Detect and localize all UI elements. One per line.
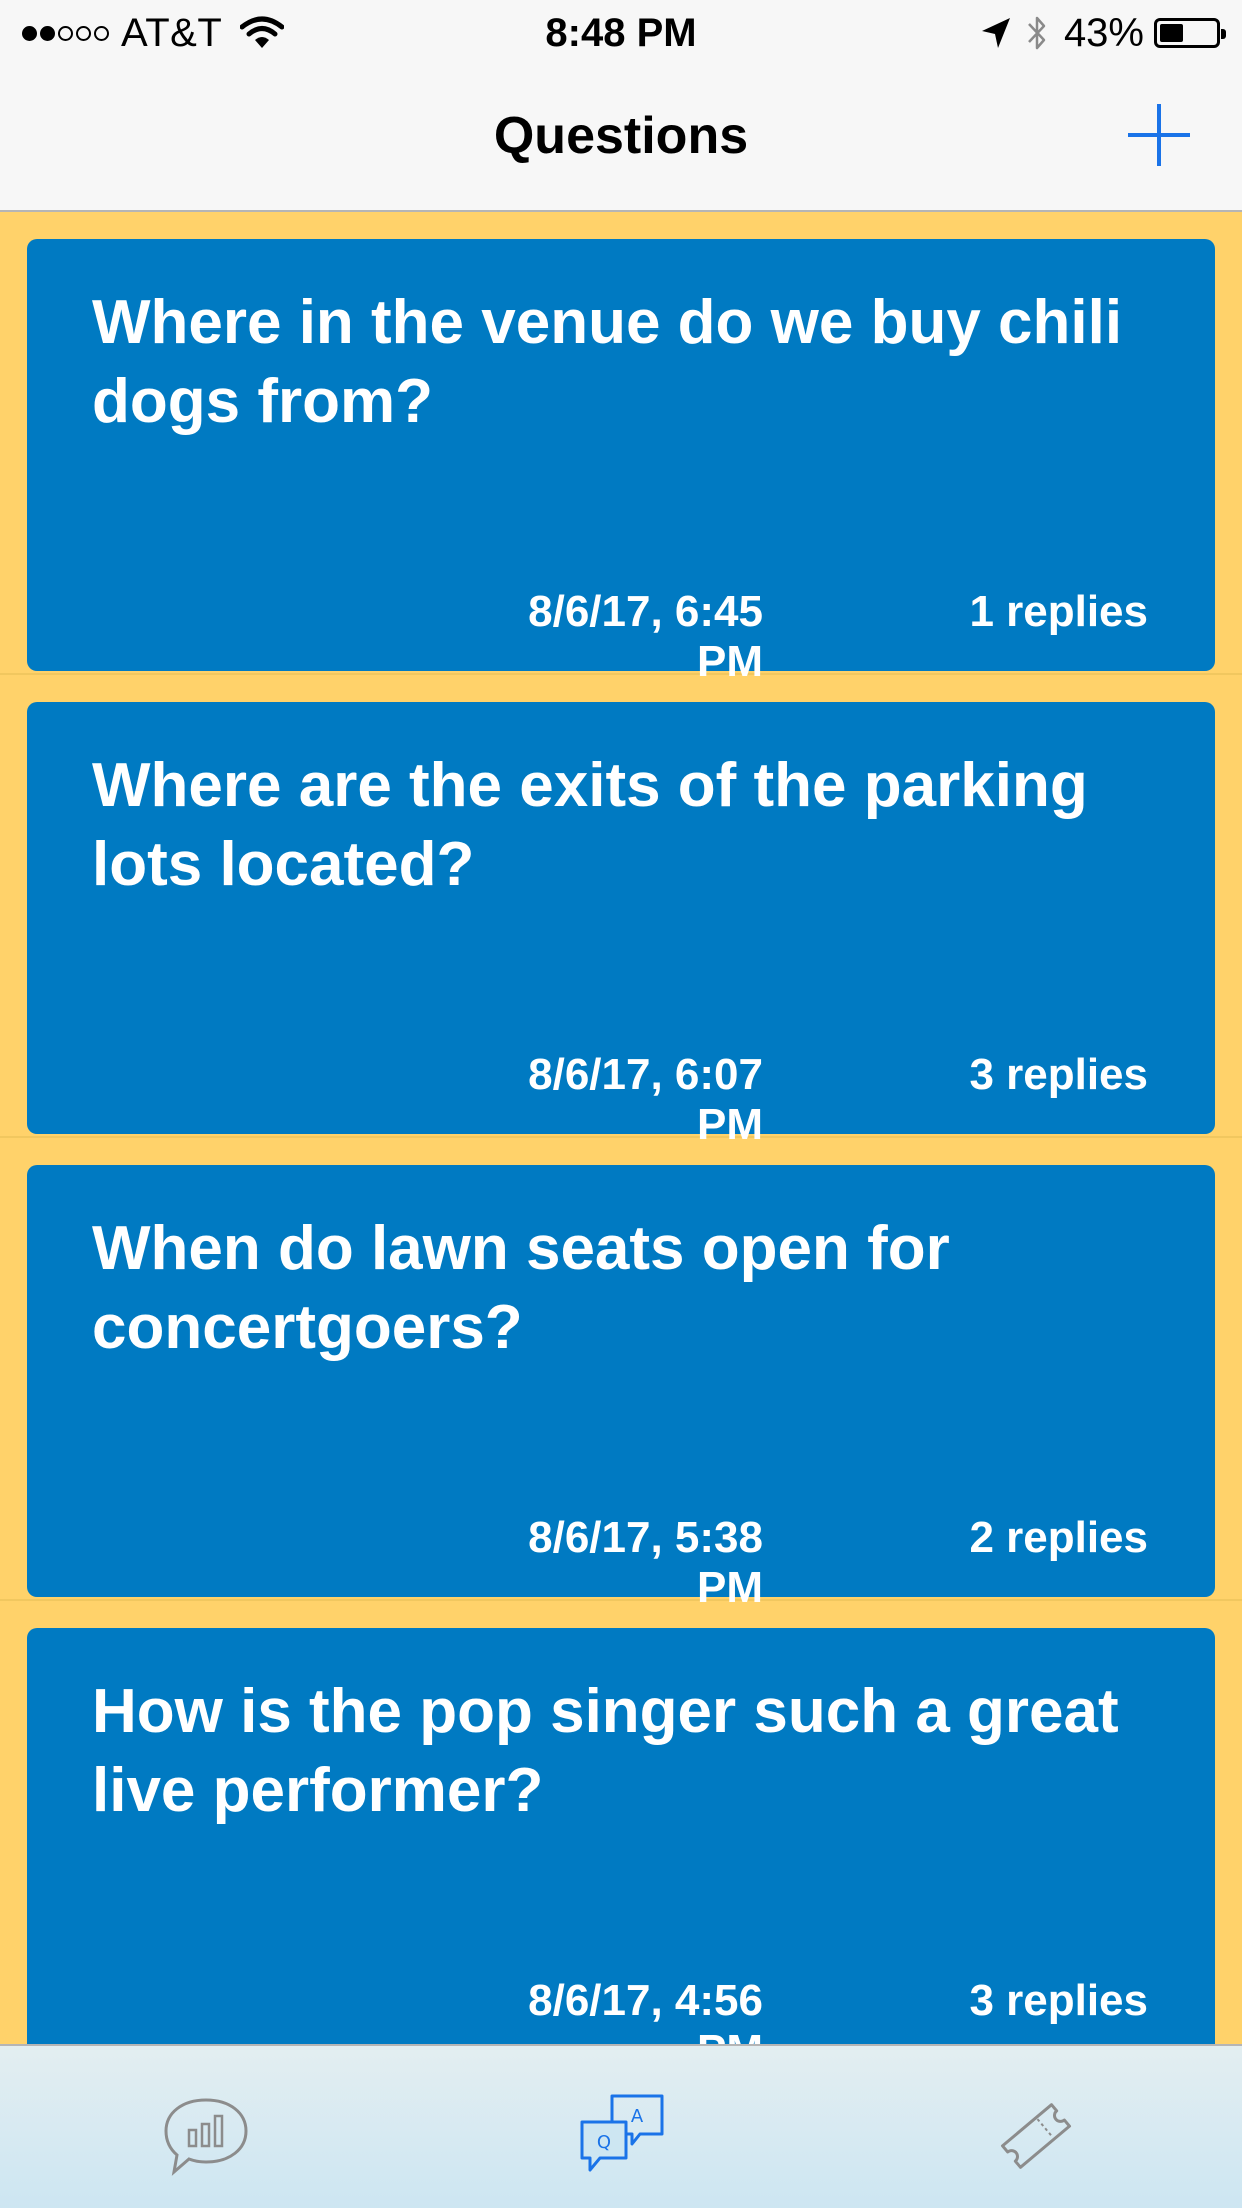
status-bar: AT&T 8:48 PM 43% (0, 0, 1242, 66)
battery-percentage: 43% (1063, 10, 1144, 55)
battery-icon (1154, 18, 1226, 48)
question-list[interactable]: Where in the venue do we buy chili dogs … (0, 212, 1242, 2044)
question-row[interactable]: Where in the venue do we buy chili dogs … (0, 212, 1242, 686)
question-row[interactable]: Where are the exits of the parking lots … (0, 675, 1242, 1149)
svg-text:A: A (631, 2106, 644, 2127)
navigation-bar: Questions (0, 66, 1242, 212)
page-title: Questions (493, 107, 749, 165)
reply-count: 2 replies (969, 1513, 1148, 1562)
question-date: 8/6/17, 6:07 PM (528, 1050, 763, 1149)
question-text: When do lawn seats open for concertgoers… (92, 1214, 950, 1362)
add-question-button[interactable] (1128, 104, 1190, 166)
tab-tickets[interactable] (986, 2086, 1086, 2186)
question-card[interactable]: When do lawn seats open for concertgoers… (27, 1165, 1215, 1612)
question-text: Where are the exits of the parking lots … (92, 751, 1088, 899)
battery-fill (1160, 24, 1183, 42)
bluetooth-icon (1028, 16, 1046, 50)
question-row[interactable]: When do lawn seats open for concertgoers… (0, 1138, 1242, 1612)
battery-nub (1221, 29, 1226, 39)
question-row[interactable]: How is the pop singer such a great live … (0, 1601, 1242, 2044)
question-card[interactable]: Where are the exits of the parking lots … (27, 702, 1215, 1149)
question-date: 8/6/17, 6:45 PM (528, 587, 763, 686)
question-card[interactable]: How is the pop singer such a great live … (27, 1628, 1215, 2044)
tab-bar: A Q (0, 2044, 1242, 2208)
question-date: 8/6/17, 4:56 PM (528, 1976, 763, 2044)
reply-count: 3 replies (969, 1050, 1148, 1099)
ticket-icon (1000, 2103, 1072, 2169)
status-right: 43% (980, 10, 1226, 55)
question-card[interactable]: Where in the venue do we buy chili dogs … (27, 239, 1215, 686)
poll-chat-bubble-icon (164, 2098, 248, 2176)
question-text: Where in the venue do we buy chili dogs … (92, 288, 1123, 436)
tab-polls[interactable] (156, 2086, 256, 2186)
tab-questions[interactable]: A Q (572, 2086, 672, 2186)
question-text: How is the pop singer such a great live … (92, 1677, 1119, 1825)
question-date: 8/6/17, 5:38 PM (528, 1513, 763, 1612)
questions-answers-icon: A Q (580, 2094, 664, 2172)
reply-count: 1 replies (969, 587, 1148, 636)
reply-count: 3 replies (969, 1976, 1148, 2025)
plus-icon-stroke (1157, 104, 1161, 166)
svg-text:Q: Q (597, 2132, 611, 2153)
location-arrow-icon (981, 18, 1010, 48)
